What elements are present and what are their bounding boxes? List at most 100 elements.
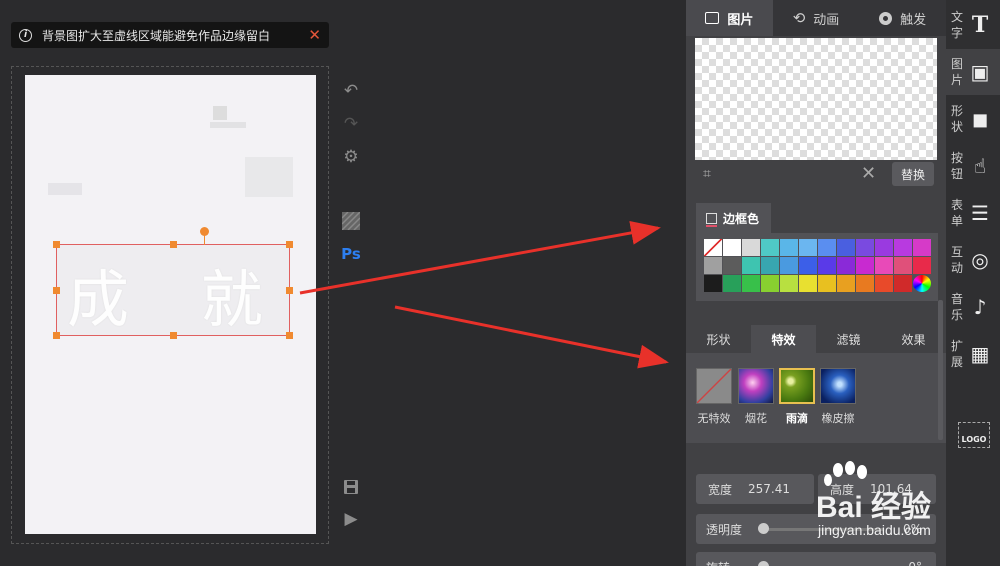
ghost-element[interactable] xyxy=(48,183,82,195)
color-swatch[interactable] xyxy=(780,275,798,292)
tab-effect[interactable]: 效果 xyxy=(881,325,946,353)
sidebar-item-tap[interactable]: 按钮 ☝ xyxy=(946,143,1000,189)
notice-text: 背景图扩大至虚线区域能避免作品边缘留白 xyxy=(42,28,271,43)
color-swatch[interactable] xyxy=(742,257,760,274)
width-value[interactable]: 257.41 xyxy=(748,482,790,496)
color-swatch[interactable] xyxy=(761,239,779,256)
info-icon: i xyxy=(19,28,32,42)
play-icon[interactable]: ▶ xyxy=(340,508,362,530)
color-swatch[interactable] xyxy=(913,275,931,292)
tab-effect[interactable]: 滤镜 xyxy=(816,325,881,353)
color-swatch[interactable] xyxy=(723,257,741,274)
color-swatch[interactable] xyxy=(875,275,893,292)
tab-effect[interactable]: 特效 xyxy=(751,325,816,353)
border-color-tab[interactable]: 边框色 xyxy=(696,203,771,233)
save-icon[interactable] xyxy=(340,476,362,498)
resize-handle[interactable] xyxy=(53,241,60,248)
close-icon[interactable]: ✕ xyxy=(308,26,321,44)
color-swatch[interactable] xyxy=(704,239,722,256)
color-swatch[interactable] xyxy=(894,275,912,292)
resize-handle[interactable] xyxy=(53,287,60,294)
color-palette-panel xyxy=(696,233,938,301)
image-preview[interactable] xyxy=(695,38,937,160)
remove-icon[interactable]: ✕ xyxy=(861,163,876,184)
color-swatch[interactable] xyxy=(894,257,912,274)
color-swatch[interactable] xyxy=(799,275,817,292)
color-swatch[interactable] xyxy=(723,239,741,256)
settings-icon[interactable]: ⚙ xyxy=(340,146,362,168)
color-palette xyxy=(704,239,931,292)
color-swatch[interactable] xyxy=(913,257,931,274)
panel-tabs: 图片 ⟲ 动画 触发 xyxy=(686,0,946,36)
photoshop-icon[interactable]: Ps xyxy=(340,243,362,265)
color-swatch[interactable] xyxy=(856,239,874,256)
width-field[interactable]: 宽度 257.41 xyxy=(696,474,814,504)
rotate-line xyxy=(204,235,205,245)
sidebar-item-label: 扩展 xyxy=(950,339,963,369)
color-swatch[interactable] xyxy=(742,275,760,292)
tab-effect[interactable]: 形状 xyxy=(686,325,751,353)
effect-fireworks[interactable]: 烟花 xyxy=(737,368,775,426)
color-swatch[interactable] xyxy=(704,275,722,292)
color-swatch[interactable] xyxy=(818,239,836,256)
color-swatch[interactable] xyxy=(875,257,893,274)
color-swatch[interactable] xyxy=(856,275,874,292)
opacity-label: 透明度 xyxy=(706,522,743,537)
border-color-label: 边框色 xyxy=(723,211,760,226)
color-swatch[interactable] xyxy=(723,275,741,292)
color-swatch[interactable] xyxy=(875,239,893,256)
sidebar-item-shapes[interactable]: 形状 ◼ xyxy=(946,96,1000,142)
effect-tabs: 形状 特效 滤镜 效果 xyxy=(686,325,946,353)
tab-trigger[interactable]: 触发 xyxy=(859,0,946,36)
replace-button[interactable]: 替换 xyxy=(892,162,934,186)
color-swatch[interactable] xyxy=(837,257,855,274)
color-swatch[interactable] xyxy=(856,257,874,274)
rotate-value[interactable]: 0° xyxy=(908,560,922,566)
resize-handle[interactable] xyxy=(170,241,177,248)
color-swatch[interactable] xyxy=(761,257,779,274)
sidebar-item-image[interactable]: 图片 ▣ xyxy=(946,49,1000,95)
color-swatch[interactable] xyxy=(799,257,817,274)
hatch-icon[interactable] xyxy=(340,210,362,232)
opacity-knob[interactable] xyxy=(758,523,769,534)
color-swatch[interactable] xyxy=(894,239,912,256)
color-swatch[interactable] xyxy=(780,257,798,274)
resize-handle[interactable] xyxy=(286,241,293,248)
resize-handle[interactable] xyxy=(53,332,60,339)
tab-animation[interactable]: ⟲ 动画 xyxy=(773,0,860,36)
tab-image[interactable]: 图片 xyxy=(686,0,773,36)
color-swatch[interactable] xyxy=(742,239,760,256)
rotate-knob[interactable] xyxy=(758,561,769,566)
color-swatch[interactable] xyxy=(837,239,855,256)
color-swatch[interactable] xyxy=(913,239,931,256)
color-swatch[interactable] xyxy=(818,257,836,274)
grid-icon: ▦ xyxy=(970,342,990,366)
eraser-thumbnail xyxy=(820,368,856,404)
crop-icon[interactable]: ⌗ xyxy=(703,166,711,182)
color-swatch[interactable] xyxy=(799,239,817,256)
sidebar-item-fingerprint[interactable]: 互动 ◎ xyxy=(946,237,1000,283)
sidebar-item-music[interactable]: 音乐 ♪ xyxy=(946,284,1000,330)
sidebar-item-form[interactable]: 表单 ☰ xyxy=(946,190,1000,236)
resize-handle[interactable] xyxy=(286,332,293,339)
color-swatch[interactable] xyxy=(780,239,798,256)
resize-handle[interactable] xyxy=(170,332,177,339)
panel-scrollbar[interactable] xyxy=(938,300,943,440)
color-swatch[interactable] xyxy=(818,275,836,292)
sidebar-item-text[interactable]: 文字 T xyxy=(946,2,1000,48)
page-canvas[interactable]: 成 就 xyxy=(25,75,316,534)
rotate-handle[interactable] xyxy=(200,227,209,236)
color-swatch[interactable] xyxy=(704,257,722,274)
effect-none[interactable]: 无特效 xyxy=(695,368,733,426)
logo-icon[interactable]: LOGO xyxy=(958,422,990,448)
ghost-element[interactable] xyxy=(245,157,293,197)
resize-handle[interactable] xyxy=(286,287,293,294)
redo-icon[interactable]: ↷ xyxy=(340,113,362,135)
color-swatch[interactable] xyxy=(837,275,855,292)
effect-raindrops[interactable]: 雨滴 xyxy=(778,368,816,426)
undo-icon[interactable]: ↶ xyxy=(340,80,362,102)
effect-eraser[interactable]: 橡皮擦 xyxy=(819,368,857,426)
color-swatch[interactable] xyxy=(761,275,779,292)
sidebar-item-grid[interactable]: 扩展 ▦ xyxy=(946,331,1000,377)
selected-text-element[interactable]: 成 就 xyxy=(53,227,293,339)
